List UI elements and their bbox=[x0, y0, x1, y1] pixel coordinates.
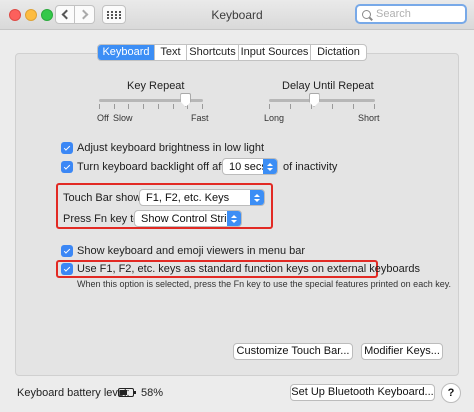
key-repeat-label: Key Repeat bbox=[127, 80, 185, 92]
key-repeat-fast-label: Fast bbox=[191, 113, 209, 123]
popup-stepper-icon bbox=[263, 159, 277, 174]
adjust-brightness-label: Adjust keyboard brightness in low light bbox=[77, 142, 265, 154]
key-repeat-off-label: Off bbox=[97, 113, 109, 123]
search-icon bbox=[362, 9, 371, 19]
adjust-brightness-checkbox[interactable] bbox=[61, 142, 73, 154]
backlight-timeout-popup[interactable]: 10 secs bbox=[222, 158, 278, 175]
search-input[interactable] bbox=[376, 8, 456, 20]
delay-until-repeat-label: Delay Until Repeat bbox=[282, 80, 374, 92]
slider-tick bbox=[374, 104, 375, 109]
slider-tick bbox=[157, 104, 159, 109]
checkmark-icon bbox=[63, 264, 71, 272]
slider-tick bbox=[99, 104, 100, 109]
slider-tick bbox=[269, 104, 270, 109]
modifier-keys-button[interactable]: Modifier Keys... bbox=[361, 343, 443, 360]
tab-keyboard[interactable]: Keyboard bbox=[98, 45, 154, 60]
backlight-timeout-value: 10 secs bbox=[229, 160, 267, 173]
backlight-off-checkbox[interactable] bbox=[61, 161, 73, 173]
battery-icon bbox=[118, 388, 136, 397]
menu-bar-viewers-option[interactable]: Show keyboard and emoji viewers in menu … bbox=[61, 245, 305, 257]
delay-until-repeat-track[interactable] bbox=[269, 99, 375, 102]
slider-tick bbox=[201, 104, 203, 109]
menu-bar-viewers-label: Show keyboard and emoji viewers in menu … bbox=[77, 245, 306, 257]
slider-tick bbox=[290, 104, 291, 109]
touch-bar-shows-popup[interactable]: F1, F2, etc. Keys bbox=[139, 189, 265, 206]
delay-until-repeat-ticks bbox=[269, 104, 375, 109]
fn-key-value: Show Control Strip bbox=[141, 212, 233, 225]
touch-bar-shows-label: Touch Bar shows bbox=[63, 192, 147, 204]
fn-keys-note: When this option is selected, press the … bbox=[77, 279, 452, 289]
setup-bluetooth-keyboard-button[interactable]: Set Up Bluetooth Keyboard... bbox=[290, 384, 435, 401]
delay-short-label: Short bbox=[358, 113, 380, 123]
adjust-brightness-option[interactable]: Adjust keyboard brightness in low light bbox=[61, 142, 264, 154]
popup-stepper-icon bbox=[227, 211, 241, 226]
tab-shortcuts[interactable]: Shortcuts bbox=[186, 45, 238, 60]
tab-input-sources[interactable]: Input Sources bbox=[238, 45, 310, 60]
backlight-off-label: Turn keyboard backlight off after bbox=[77, 161, 235, 173]
standard-fn-keys-option[interactable]: Use F1, F2, etc. keys as standard functi… bbox=[61, 263, 420, 275]
battery-level-label: Keyboard battery level: bbox=[17, 387, 130, 399]
key-repeat-slow-label: Slow bbox=[113, 113, 133, 123]
tab-dictation[interactable]: Dictation bbox=[310, 45, 366, 60]
slider-tick bbox=[128, 104, 130, 109]
checkmark-icon bbox=[63, 143, 71, 151]
search-field[interactable] bbox=[355, 4, 467, 24]
standard-fn-keys-checkbox[interactable] bbox=[61, 263, 73, 275]
checkmark-icon bbox=[63, 246, 71, 254]
delay-long-label: Long bbox=[264, 113, 285, 123]
backlight-off-suffix: of inactivity bbox=[283, 161, 338, 173]
slider-tick bbox=[143, 104, 145, 109]
backlight-off-option[interactable]: Turn keyboard backlight off after bbox=[61, 161, 234, 173]
standard-fn-keys-label: Use F1, F2, etc. keys as standard functi… bbox=[77, 263, 421, 275]
help-button[interactable]: ? bbox=[441, 383, 461, 403]
popup-stepper-icon bbox=[250, 190, 264, 205]
customize-touch-bar-button[interactable]: Customize Touch Bar... bbox=[233, 343, 353, 360]
battery-percent: 58% bbox=[141, 387, 164, 399]
slider-tick bbox=[172, 104, 174, 109]
fn-key-label: Press Fn key to bbox=[63, 213, 140, 225]
menu-bar-viewers-checkbox[interactable] bbox=[61, 245, 73, 257]
battery-fill bbox=[120, 390, 127, 395]
touch-bar-shows-value: F1, F2, etc. Keys bbox=[146, 191, 230, 204]
tab-bar: Keyboard Text Shortcuts Input Sources Di… bbox=[97, 44, 367, 61]
fn-key-popup[interactable]: Show Control Strip bbox=[134, 210, 242, 227]
checkmark-icon bbox=[63, 162, 71, 170]
tab-text[interactable]: Text bbox=[154, 45, 186, 60]
slider-tick bbox=[332, 104, 333, 109]
slider-tick bbox=[113, 104, 115, 109]
title-bar: Keyboard bbox=[0, 0, 474, 30]
slider-tick bbox=[353, 104, 354, 109]
